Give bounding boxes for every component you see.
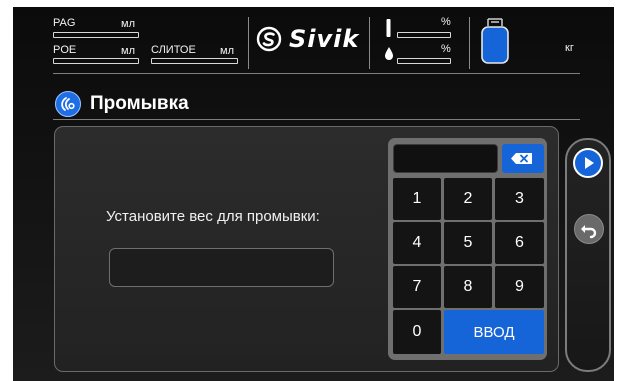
pag-level-bar	[53, 32, 139, 38]
sivik-logo-icon	[256, 26, 282, 52]
pag-unit: мл	[121, 18, 135, 30]
header-divider	[369, 17, 370, 69]
poe-level-bar	[53, 58, 139, 64]
return-icon	[581, 225, 597, 239]
page-title: Промывка	[90, 93, 189, 114]
flush-icon	[55, 91, 81, 117]
return-button[interactable]	[574, 214, 604, 244]
enter-button[interactable]: ВВОД	[444, 310, 544, 354]
tank-unit: кг	[565, 42, 574, 54]
oil-unit: %	[441, 43, 451, 55]
key-6[interactable]: 6	[495, 222, 544, 264]
flush-weight-input[interactable]	[109, 248, 334, 287]
drain-level-bar	[151, 58, 238, 64]
brand-logo-text: Sivik	[289, 25, 360, 53]
pag-label: PAG	[53, 17, 76, 29]
key-9[interactable]: 9	[495, 266, 544, 308]
poe-label: POE	[53, 44, 77, 56]
app-screen: PAG мл POE мл СЛИТОЕ мл Sivik % % кг Про…	[13, 7, 614, 381]
next-button[interactable]	[573, 148, 603, 178]
key-0[interactable]: 0	[393, 310, 441, 354]
poe-unit: мл	[121, 45, 135, 57]
title-underline	[53, 119, 580, 120]
oil-level-bar	[397, 58, 451, 64]
key-1[interactable]: 1	[393, 178, 441, 220]
play-icon	[585, 157, 594, 169]
key-2[interactable]: 2	[444, 178, 492, 220]
vacuum-unit: %	[441, 16, 451, 28]
key-3[interactable]: 3	[495, 178, 544, 220]
key-4[interactable]: 4	[393, 222, 441, 264]
header-underline	[53, 73, 580, 74]
backspace-button[interactable]	[502, 144, 544, 173]
oil-drop-icon	[385, 47, 393, 60]
key-7[interactable]: 7	[393, 266, 441, 308]
vacuum-level-bar	[397, 32, 451, 38]
drain-unit: мл	[220, 45, 234, 57]
key-5[interactable]: 5	[444, 222, 492, 264]
keypad-display	[393, 144, 498, 173]
vacuum-gauge-icon	[386, 19, 391, 37]
weight-prompt: Установите вес для промывки:	[106, 208, 320, 225]
backspace-icon	[511, 153, 532, 164]
drain-label: СЛИТОЕ	[151, 44, 196, 56]
key-8[interactable]: 8	[444, 266, 492, 308]
refrigerant-tank-icon	[481, 18, 509, 64]
header-divider	[248, 17, 249, 69]
header-divider	[469, 17, 470, 69]
